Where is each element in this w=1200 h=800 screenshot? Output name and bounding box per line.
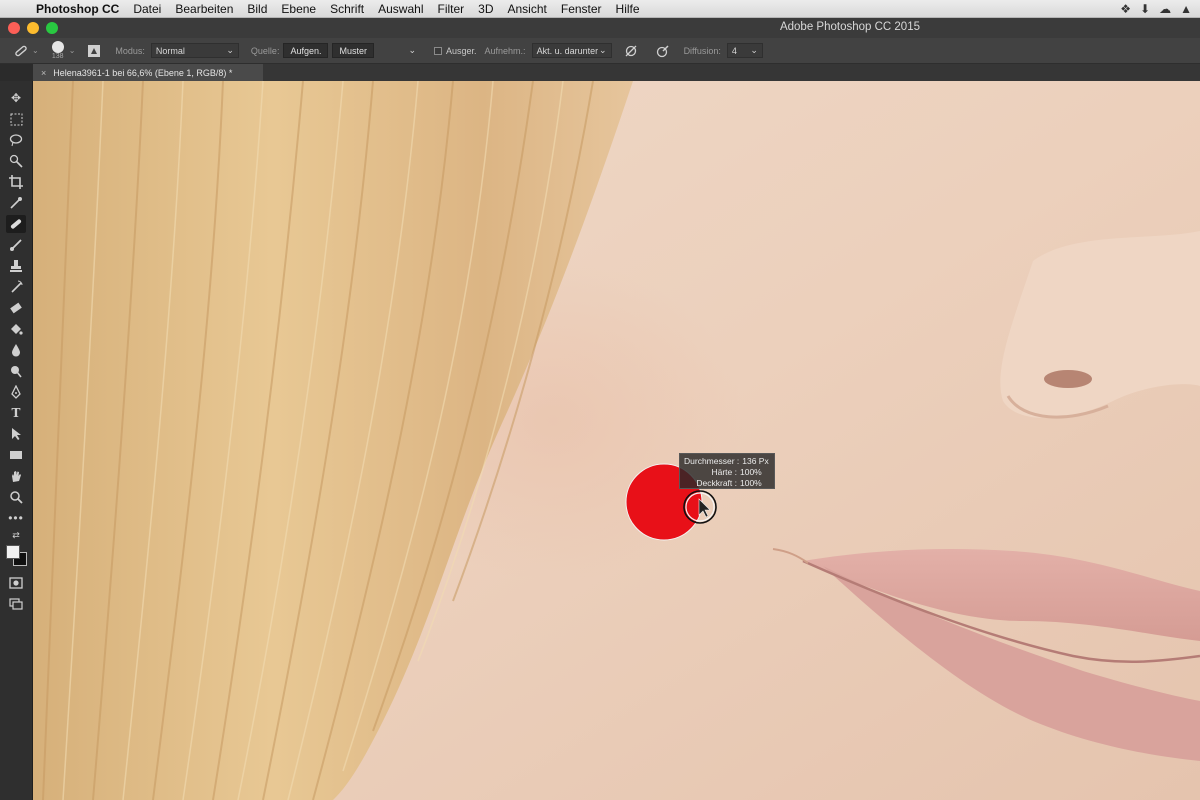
diffusion-select[interactable]: 4 ⌄ bbox=[726, 43, 763, 58]
tabbar-spacer bbox=[0, 64, 33, 81]
paint-bucket-tool-icon[interactable] bbox=[6, 320, 26, 338]
swap-colors-icon[interactable]: ⇄ bbox=[6, 529, 26, 541]
options-bar: ⌄ 138 ⌄ Modus: Normal ⌄ Quelle: Aufgen. … bbox=[0, 38, 1200, 64]
menu-fenster[interactable]: Fenster bbox=[554, 2, 609, 16]
brush-tool-icon[interactable] bbox=[6, 236, 26, 254]
ausger-checkbox[interactable] bbox=[434, 46, 442, 55]
quick-mask-icon[interactable] bbox=[6, 574, 26, 592]
blur-tool-icon[interactable] bbox=[6, 341, 26, 359]
lasso-tool-icon[interactable] bbox=[6, 131, 26, 149]
rectangle-tool-icon[interactable] bbox=[6, 446, 26, 464]
brush-preset-picker[interactable]: 138 bbox=[49, 40, 67, 62]
aufgen-button[interactable]: Aufgen. bbox=[283, 43, 329, 58]
tooltip-key: Härte : bbox=[711, 467, 737, 477]
menu-filter[interactable]: Filter bbox=[430, 2, 471, 16]
aufnehm-label: Aufnehm.: bbox=[484, 45, 526, 56]
tooltip-key: Durchmesser : bbox=[684, 456, 740, 466]
pen-tool-icon[interactable] bbox=[6, 383, 26, 401]
tooltip-value: 100% bbox=[740, 467, 762, 477]
window-title: Adobe Photoshop CC 2015 bbox=[779, 21, 920, 33]
maximize-window-button[interactable] bbox=[46, 22, 58, 34]
menu-3d[interactable]: 3D bbox=[471, 2, 500, 16]
tooltip-value: 136 Px bbox=[742, 456, 769, 466]
history-brush-tool-icon[interactable] bbox=[6, 278, 26, 296]
menu-hilfe[interactable]: Hilfe bbox=[609, 2, 647, 16]
tablet-pressure-icon[interactable] bbox=[654, 42, 672, 60]
tooltip-key: Deckkraft : bbox=[696, 478, 737, 488]
tool-preset-chevron-icon[interactable]: ⌄ bbox=[32, 46, 39, 55]
modus-select[interactable]: Normal ⌄ bbox=[150, 43, 239, 58]
close-window-button[interactable] bbox=[8, 22, 20, 34]
download-icon[interactable]: ⬇ bbox=[1140, 2, 1150, 16]
document-canvas[interactable] bbox=[33, 81, 1200, 800]
eyedropper-tool-icon[interactable] bbox=[6, 194, 26, 212]
document-tab[interactable]: × Helena3961-1 bei 66,6% (Ebene 1, RGB/8… bbox=[33, 64, 263, 81]
spot-healing-tool-icon[interactable] bbox=[6, 215, 26, 233]
tooltip-row-hardness: Härte : 100% bbox=[684, 467, 770, 478]
menu-bild[interactable]: Bild bbox=[240, 2, 274, 16]
aufnehm-chevron-icon: ⌄ bbox=[599, 45, 607, 55]
clone-stamp-tool-icon[interactable] bbox=[6, 257, 26, 275]
zoom-tool-icon[interactable] bbox=[6, 488, 26, 506]
aufnehm-select[interactable]: Akt. u. darunter ⌄ bbox=[531, 43, 612, 58]
eraser-tool-icon[interactable] bbox=[6, 299, 26, 317]
quick-selection-tool-icon[interactable] bbox=[6, 152, 26, 170]
menu-app-name[interactable]: Photoshop CC bbox=[30, 2, 126, 16]
status-icons: ❖ ⬇ ☁ ▲ bbox=[1120, 2, 1200, 16]
brush-chevron-icon[interactable]: ⌄ bbox=[69, 46, 76, 55]
muster-button[interactable]: Muster bbox=[332, 43, 374, 58]
menu-ebene[interactable]: Ebene bbox=[274, 2, 323, 16]
document-tab-title: Helena3961-1 bei 66,6% (Ebene 1, RGB/8) … bbox=[53, 67, 233, 78]
drive-icon[interactable]: ▲ bbox=[1180, 2, 1192, 16]
diffusion-label: Diffusion: bbox=[683, 45, 721, 56]
menu-bar: Photoshop CC Datei Bearbeiten Bild Ebene… bbox=[0, 0, 1200, 18]
diffusion-value: 4 bbox=[731, 45, 737, 56]
modus-value: Normal bbox=[155, 45, 185, 56]
ausger-label: Ausger. bbox=[446, 45, 477, 56]
more-tools-icon[interactable]: ••• bbox=[6, 509, 26, 527]
crop-tool-icon[interactable] bbox=[6, 173, 26, 191]
tooltip-row-diameter: Durchmesser : 136 Px bbox=[684, 456, 770, 467]
aufnehm-value: Akt. u. darunter bbox=[536, 45, 599, 56]
tools-panel: ✥ T ••• ⇄ bbox=[0, 81, 33, 800]
modus-chevron-icon: ⌄ bbox=[226, 45, 234, 55]
hand-tool-icon[interactable] bbox=[6, 467, 26, 485]
brush-info-tooltip: Durchmesser : 136 Px Härte : 100% Deckkr… bbox=[679, 453, 775, 489]
brush-panel-icon[interactable] bbox=[85, 42, 103, 60]
marquee-tool-icon[interactable] bbox=[6, 110, 26, 128]
move-tool-icon[interactable]: ✥ bbox=[6, 89, 26, 107]
muster-chevron-icon: ⌄ bbox=[408, 45, 416, 55]
photo-content bbox=[33, 81, 1200, 800]
document-tab-bar: × Helena3961-1 bei 66,6% (Ebene 1, RGB/8… bbox=[33, 64, 1200, 81]
quelle-label: Quelle: bbox=[250, 45, 280, 56]
modus-label: Modus: bbox=[115, 45, 145, 56]
menu-bearbeiten[interactable]: Bearbeiten bbox=[168, 2, 240, 16]
tooltip-row-opacity: Deckkraft : 100% bbox=[684, 478, 770, 489]
ignore-adjustment-layers-icon[interactable] bbox=[622, 42, 640, 60]
minimize-window-button[interactable] bbox=[27, 22, 39, 34]
foreground-color-swatch[interactable] bbox=[6, 545, 20, 559]
screen-mode-icon[interactable] bbox=[6, 595, 26, 613]
path-selection-tool-icon[interactable] bbox=[6, 425, 26, 443]
menu-auswahl[interactable]: Auswahl bbox=[371, 2, 430, 16]
menu-ansicht[interactable]: Ansicht bbox=[501, 2, 554, 16]
menu-schrift[interactable]: Schrift bbox=[323, 2, 371, 16]
brush-size-value: 138 bbox=[51, 52, 64, 60]
tooltip-value: 100% bbox=[740, 478, 762, 488]
window-title-bar: Adobe Photoshop CC 2015 bbox=[0, 18, 1200, 38]
brush-tip-icon bbox=[51, 40, 64, 53]
muster-picker[interactable]: ⌄ bbox=[380, 43, 420, 58]
dodge-tool-icon[interactable] bbox=[6, 362, 26, 380]
dropbox-icon[interactable]: ❖ bbox=[1120, 2, 1131, 16]
menu-datei[interactable]: Datei bbox=[126, 2, 168, 16]
type-tool-icon[interactable]: T bbox=[6, 404, 26, 422]
healing-brush-icon[interactable] bbox=[12, 42, 30, 60]
cloud-icon[interactable]: ☁ bbox=[1159, 2, 1171, 16]
close-document-icon[interactable]: × bbox=[41, 68, 46, 78]
color-swatches bbox=[4, 543, 30, 569]
diffusion-chevron-icon: ⌄ bbox=[750, 45, 758, 55]
